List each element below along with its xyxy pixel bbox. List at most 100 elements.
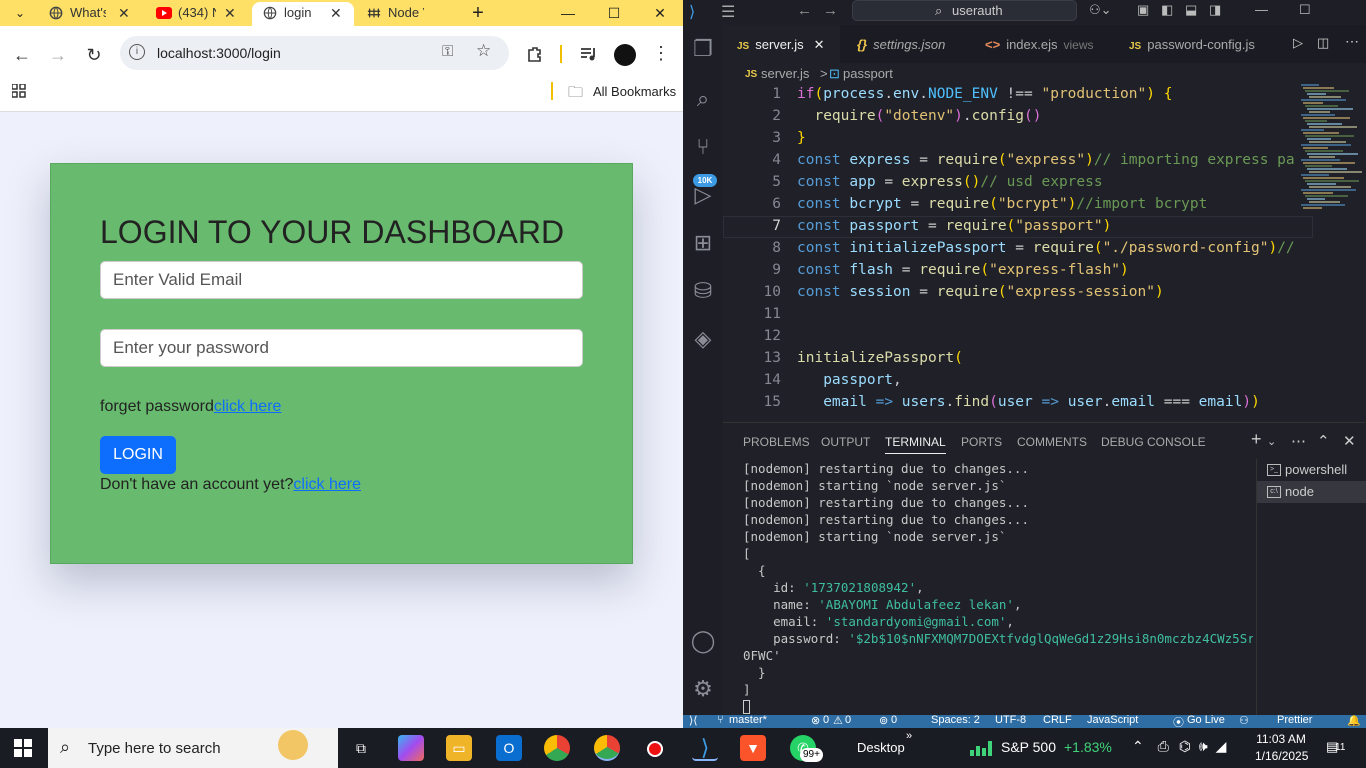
chevron-down-icon[interactable]: ⌄ [1267,435,1276,448]
more-menu-icon[interactable]: ⋮ [652,43,670,64]
tab-index-ejs[interactable]: <> index.ejs views [975,25,1111,63]
terminal-output[interactable]: [nodemon] restarting due to changes... [… [743,459,1253,714]
command-center[interactable]: ⌕ userauth [852,0,1077,21]
tab-debug-console[interactable]: DEBUG CONSOLE [1101,435,1206,449]
run-icon[interactable]: ▷ [1293,35,1303,51]
tab-problems[interactable]: PROBLEMS [743,435,810,449]
remote-icon[interactable]: ⟩⟨ [689,715,698,727]
menu-icon[interactable]: ☰ [721,2,735,22]
tab-password-config[interactable]: JS password-config.js [1115,25,1295,63]
new-tab-icon[interactable]: + [466,3,490,23]
tab-terminal[interactable]: TERMINAL [885,435,946,454]
line-ending[interactable]: CRLF [1043,715,1072,726]
brave-icon[interactable]: ▼ [740,735,766,761]
toggle-secondary-icon[interactable]: ◨ [1209,2,1221,18]
reload-icon[interactable]: ↻ [82,43,106,67]
site-info-icon[interactable]: i [129,44,145,60]
tab-search-icon[interactable]: ⌄ [8,3,32,23]
encoding[interactable]: UTF-8 [995,715,1026,726]
maximize-panel-icon[interactable]: ⌃ [1317,432,1330,450]
tab-comments[interactable]: COMMENTS [1017,435,1087,449]
tab-node[interactable]: Node V [356,2,446,26]
minimize-icon[interactable]: — [1255,2,1268,17]
layout-icon[interactable]: ▣ [1137,2,1149,18]
vscode-icon[interactable]: ⟩ [692,735,718,761]
back-icon[interactable]: ← [10,43,34,67]
all-bookmarks[interactable]: All Bookmarks [593,84,676,99]
minimize-icon[interactable]: — [546,2,590,24]
back-icon[interactable]: ← [797,2,812,19]
run-debug-icon[interactable]: ▷ [689,181,717,209]
forget-password-link[interactable]: click here [214,398,282,415]
chrome-icon[interactable] [544,735,570,761]
windows-start-icon[interactable] [14,739,32,757]
toggle-panel-icon[interactable]: ⬓ [1185,2,1197,18]
desktop-toolbar[interactable]: Desktop [857,740,905,755]
volume-icon[interactable]: 🕪 [1199,738,1208,754]
go-icon[interactable]: ⌬ [1179,738,1191,754]
close-window-icon[interactable]: ✕ [638,2,682,24]
password-key-icon[interactable]: ⚿ [442,43,453,60]
error-count[interactable]: 0 [823,715,829,726]
close-icon[interactable]: ✕ [224,2,236,24]
maximize-icon[interactable]: ☐ [1299,2,1311,18]
tab-settings-json[interactable]: {} settings.json [843,25,973,63]
indentation[interactable]: Spaces: 2 [931,715,980,726]
code-editor[interactable]: 1 if(process.env.NODE_ENV !== "production… [723,84,1313,422]
search-icon[interactable]: ⌕ [689,85,717,113]
branch-name[interactable]: master* [729,715,767,726]
tab-server-js[interactable]: JS server.js ✕ [723,25,840,63]
terminal-node[interactable]: c:\ node [1257,481,1366,503]
tab-whatsapp[interactable]: What's ✕ [38,2,142,26]
close-icon[interactable]: ✕ [814,37,825,52]
extensions-icon[interactable] [526,45,544,63]
tab-ports[interactable]: PORTS [961,435,1002,449]
more-actions-icon[interactable]: ⋯ [1345,33,1359,50]
database-icon[interactable]: ⛁ [689,277,717,305]
go-live[interactable]: Go Live [1187,715,1225,726]
signup-link[interactable]: click here [293,476,361,493]
apps-grid-icon[interactable] [12,84,26,98]
breadcrumb-symbol[interactable]: passport [843,63,893,84]
copilot-icon[interactable]: ⚇ [1239,715,1249,727]
meet-icon[interactable]: ⎙ [1158,738,1169,754]
source-control-icon[interactable]: ⑂ [689,133,717,161]
forward-icon[interactable]: → [823,2,838,19]
copilot-icon[interactable] [398,735,424,761]
clock[interactable]: 11:03 AM 1/16/2025 [1255,731,1308,765]
chevron-icon[interactable]: » [906,730,912,742]
more-actions-icon[interactable]: ⋯ [1291,432,1306,450]
taskbar-search[interactable]: ⌕ Type here to search [48,728,338,768]
task-view-icon[interactable]: ⧉ [348,735,374,761]
minimap[interactable] [1301,84,1362,224]
avatar[interactable] [614,44,636,66]
login-button[interactable]: LOGIN [100,436,176,474]
tab-youtube[interactable]: (434) N ✕ [146,2,250,26]
warning-count[interactable]: 0 [845,715,851,726]
extensions-icon[interactable]: ⊞ [689,229,717,257]
password-field[interactable] [100,329,583,367]
file-explorer-icon[interactable]: ▭ [446,735,472,761]
email-field[interactable] [100,261,583,299]
address-bar[interactable]: i localhost:3000/login ⚿ ☆ [120,36,509,70]
close-icon[interactable]: ✕ [118,2,130,24]
toggle-sidebar-icon[interactable]: ◧ [1161,2,1173,18]
tab-login[interactable]: login ✕ [252,2,354,26]
prettier[interactable]: Prettier [1277,715,1312,726]
wifi-icon[interactable]: ◢ [1216,738,1227,754]
layers-icon[interactable]: ◈ [689,325,717,353]
notification-center-icon[interactable]: ▤ 11 [1326,739,1346,757]
copilot-icon[interactable]: ⚇⌄ [1089,2,1112,18]
chevron-up-icon[interactable]: ⌃ [1132,738,1144,754]
forward-icon[interactable]: → [46,43,70,67]
tab-output[interactable]: OUTPUT [821,435,870,449]
breadcrumb-file[interactable]: server.js [761,63,809,84]
media-control-icon[interactable] [580,46,598,62]
split-editor-icon[interactable]: ◫ [1317,35,1329,51]
explorer-icon[interactable]: ❐ [689,35,717,63]
close-panel-icon[interactable]: ✕ [1343,432,1356,450]
maximize-icon[interactable]: ☐ [592,2,636,24]
notifications-icon[interactable]: 🔔 [1347,715,1361,727]
account-icon[interactable]: ◯ [689,627,717,655]
new-terminal-icon[interactable]: + [1251,429,1262,450]
